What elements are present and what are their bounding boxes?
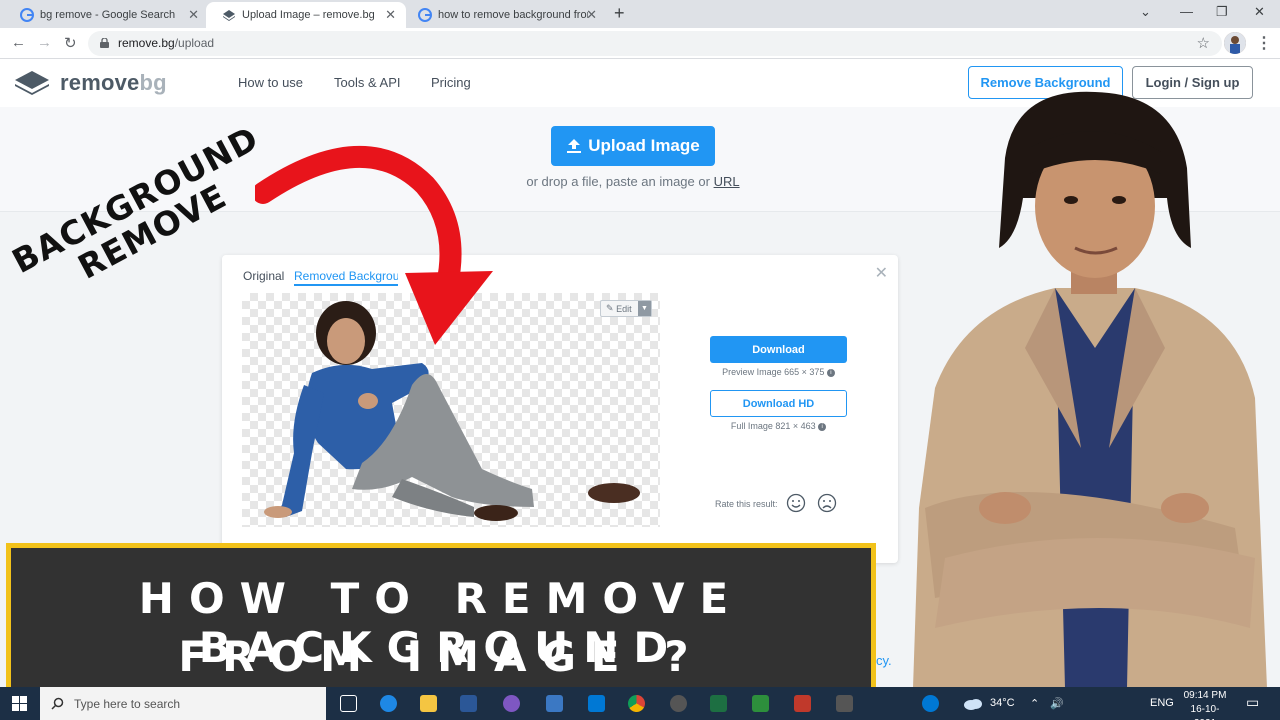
tab-how-to-remove[interactable]: how to remove background from ✕ (402, 2, 607, 28)
tab-title: bg remove - Google Search (40, 9, 176, 21)
browser-menu-icon[interactable]: ⋮ (1256, 33, 1272, 53)
file-explorer-icon[interactable] (420, 695, 437, 712)
app-icon[interactable] (588, 695, 605, 712)
chrome-icon[interactable] (628, 695, 645, 712)
layers-logo-icon (15, 71, 49, 95)
lock-icon (100, 38, 109, 48)
edit-label: Edit (616, 303, 632, 314)
avatar-icon (1224, 32, 1246, 54)
title-banner: HOW TO REMOVE BACKGROUND FROM IMAGE ? (6, 543, 876, 697)
red-arrow-icon (255, 146, 493, 345)
tab-google-search[interactable]: bg remove - Google Search ✕ (4, 2, 209, 28)
nav-pricing[interactable]: Pricing (431, 75, 471, 90)
task-view-icon[interactable] (340, 695, 357, 712)
google-icon (20, 8, 34, 22)
weather-temp[interactable]: 34°C (990, 697, 1015, 709)
clock-date: 16-10-2021 (1190, 704, 1220, 720)
removebg-logo[interactable]: removebg (14, 70, 167, 96)
title-line-2: FROM IMAGE ? (178, 632, 704, 681)
nav-tools-api[interactable]: Tools & API (334, 75, 400, 90)
logo-suffix: bg (139, 70, 167, 95)
url-input[interactable]: remove.bg/upload ☆ (88, 31, 1222, 56)
partial-link-text[interactable]: cy. (876, 653, 892, 668)
tab-title: Upload Image – remove.bg (242, 9, 375, 21)
app-icon[interactable] (670, 695, 687, 712)
search-icon (51, 697, 64, 710)
volume-icon[interactable]: 🔊 (1050, 697, 1064, 710)
clock[interactable]: 09:14 PM 16-10-2021 (1180, 689, 1230, 720)
close-window-button[interactable]: ✕ (1254, 4, 1265, 20)
help-icon[interactable] (922, 695, 939, 712)
google-icon (418, 8, 432, 22)
reload-button[interactable]: ↻ (64, 34, 77, 52)
forward-button[interactable]: → (37, 34, 52, 51)
notification-icon[interactable]: ▭ (1246, 694, 1259, 711)
edit-button[interactable]: ✎ Edit ▼ (600, 300, 652, 317)
taskbar-search-input[interactable]: Type here to search (40, 687, 326, 720)
browser-tab-strip: bg remove - Google Search ✕ Upload Image… (0, 0, 1280, 28)
full-size-note: Full Image 821 × 463 i (710, 421, 847, 431)
full-size-text: Full Image 821 × 463 (730, 421, 816, 431)
pencil-icon: ✎ (606, 303, 614, 313)
removebg-favicon-icon (223, 10, 235, 21)
app-icon[interactable] (752, 695, 769, 712)
close-tab-icon[interactable]: ✕ (385, 7, 396, 23)
back-button[interactable]: ← (11, 34, 26, 51)
profile-avatar[interactable] (1224, 32, 1246, 54)
search-placeholder: Type here to search (74, 697, 181, 711)
screen: bg remove - Google Search ✕ Upload Image… (0, 0, 1280, 720)
info-icon[interactable]: i (818, 422, 827, 431)
happy-face-icon[interactable] (786, 493, 806, 513)
preview-size-note: Preview Image 665 × 375 i (710, 367, 847, 377)
weather-cloud-icon[interactable] (963, 697, 983, 710)
minimize-button[interactable]: — (1180, 4, 1193, 19)
upload-image-button[interactable]: Upload Image (551, 126, 715, 166)
rate-label: Rate this result: (715, 499, 778, 509)
url-link[interactable]: URL (714, 174, 740, 189)
address-bar-row: ← → ↻ remove.bg/upload ☆ (0, 28, 1280, 59)
app-icon[interactable] (794, 695, 811, 712)
url-host: remove.bg (118, 36, 175, 50)
url-path: /upload (174, 36, 215, 50)
excel-icon[interactable] (710, 695, 727, 712)
restore-button[interactable]: ❐ (1216, 4, 1228, 20)
preview-size-text: Preview Image 665 × 375 (722, 367, 825, 377)
edge-icon[interactable] (380, 695, 397, 712)
download-button[interactable]: Download (710, 336, 847, 363)
logo-text: removebg (60, 70, 167, 96)
tab-title: how to remove background from (438, 9, 588, 21)
info-icon[interactable]: i (826, 368, 835, 377)
download-hd-button[interactable]: Download HD (710, 390, 847, 417)
upload-button-label: Upload Image (588, 136, 700, 155)
tab-search-icon[interactable]: ⌄ (1140, 4, 1151, 20)
bookmark-star-icon[interactable]: ☆ (1197, 34, 1210, 52)
presenter-photo (913, 91, 1267, 688)
close-tab-icon[interactable]: ✕ (188, 7, 199, 23)
nav-how-to-use[interactable]: How to use (238, 75, 303, 90)
new-tab-button[interactable]: + (614, 3, 625, 24)
url-text: remove.bg/upload (118, 36, 214, 50)
tab-upload-image[interactable]: Upload Image – remove.bg ✕ (206, 2, 406, 28)
drop-hint-text: or drop a file, paste an image or (526, 174, 710, 189)
app-icon[interactable] (503, 695, 520, 712)
upload-icon (567, 139, 582, 153)
logo-main: remove (60, 70, 140, 95)
clock-time: 09:14 PM (1183, 690, 1227, 701)
windows-start-icon[interactable] (12, 696, 27, 711)
app-icon[interactable] (836, 695, 853, 712)
close-tab-icon[interactable]: ✕ (586, 7, 597, 23)
chevron-down-icon[interactable]: ▼ (638, 301, 651, 316)
app-icon[interactable] (546, 695, 563, 712)
close-card-icon[interactable]: ✕ (875, 263, 888, 283)
chevron-up-icon[interactable]: ⌃ (1030, 697, 1039, 710)
sad-face-icon[interactable] (817, 493, 837, 513)
language-indicator[interactable]: ENG (1150, 697, 1174, 709)
word-icon[interactable] (460, 695, 477, 712)
taskbar: Type here to search 34°C ⌃ 🔊 ENG 09:14 P… (0, 687, 1280, 720)
